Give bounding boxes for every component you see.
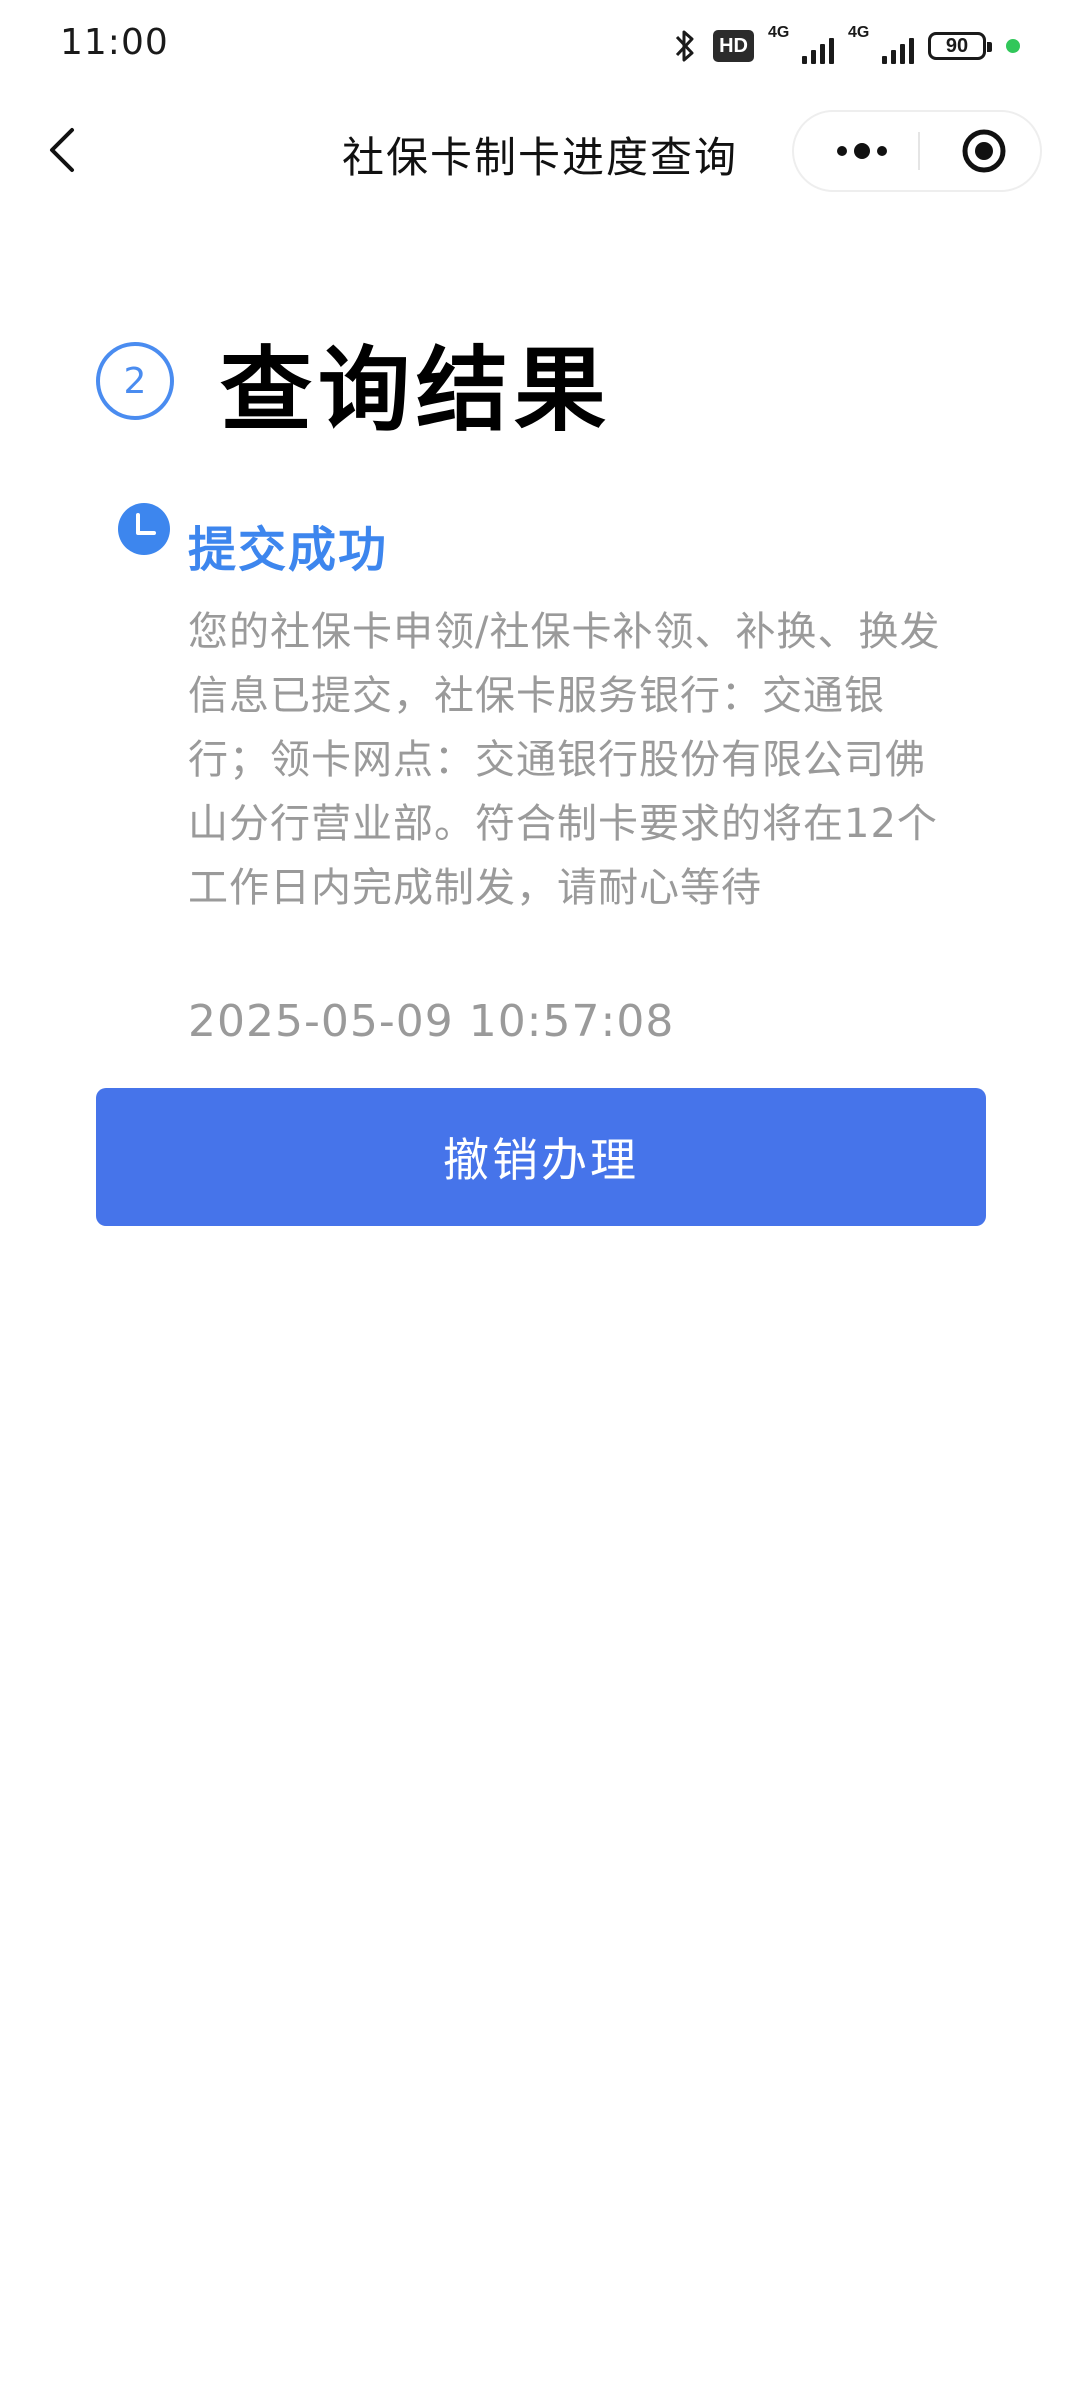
screen: 11:00 HD 4G 4G 90 社保卡制卡进度查询 2 查询结果 提交成功 … xyxy=(0,0,1080,2400)
battery-level: 90 xyxy=(945,34,969,57)
signal-icon: 4G xyxy=(768,24,834,64)
battery-icon: 90 xyxy=(928,32,992,60)
signal-icon: 4G xyxy=(848,24,914,64)
status-label: 提交成功 xyxy=(188,522,389,578)
status-time: 11:00 xyxy=(60,22,169,63)
status-bar: 11:00 HD 4G 4G 90 xyxy=(0,0,1080,90)
privacy-indicator-dot xyxy=(1006,39,1020,53)
network-label: 4G xyxy=(768,24,790,41)
nav-bar: 社保卡制卡进度查询 xyxy=(0,100,1080,200)
submission-timestamp: 2025-05-09 10:57:08 xyxy=(188,996,675,1047)
network-label: 4G xyxy=(848,24,870,41)
status-description: 您的社保卡申领/社保卡补领、补换、换发信息已提交，社保卡服务银行：交通银行；领卡… xyxy=(188,609,941,911)
more-dots-icon xyxy=(837,143,887,159)
result-title: 查询结果 xyxy=(220,337,613,444)
close-target-icon xyxy=(962,129,1006,173)
capsule-divider xyxy=(918,132,920,170)
close-button[interactable] xyxy=(944,112,1024,190)
clock-icon xyxy=(118,503,170,555)
status-icons: HD 4G 4G 90 xyxy=(671,24,1020,66)
bluetooth-icon xyxy=(676,30,694,62)
step-indicator: 2 xyxy=(96,342,174,420)
hd-icon: HD xyxy=(713,30,754,62)
more-button[interactable] xyxy=(822,112,902,190)
mini-program-capsule xyxy=(792,110,1042,192)
cancel-application-button[interactable]: 撤销办理 xyxy=(96,1088,986,1226)
